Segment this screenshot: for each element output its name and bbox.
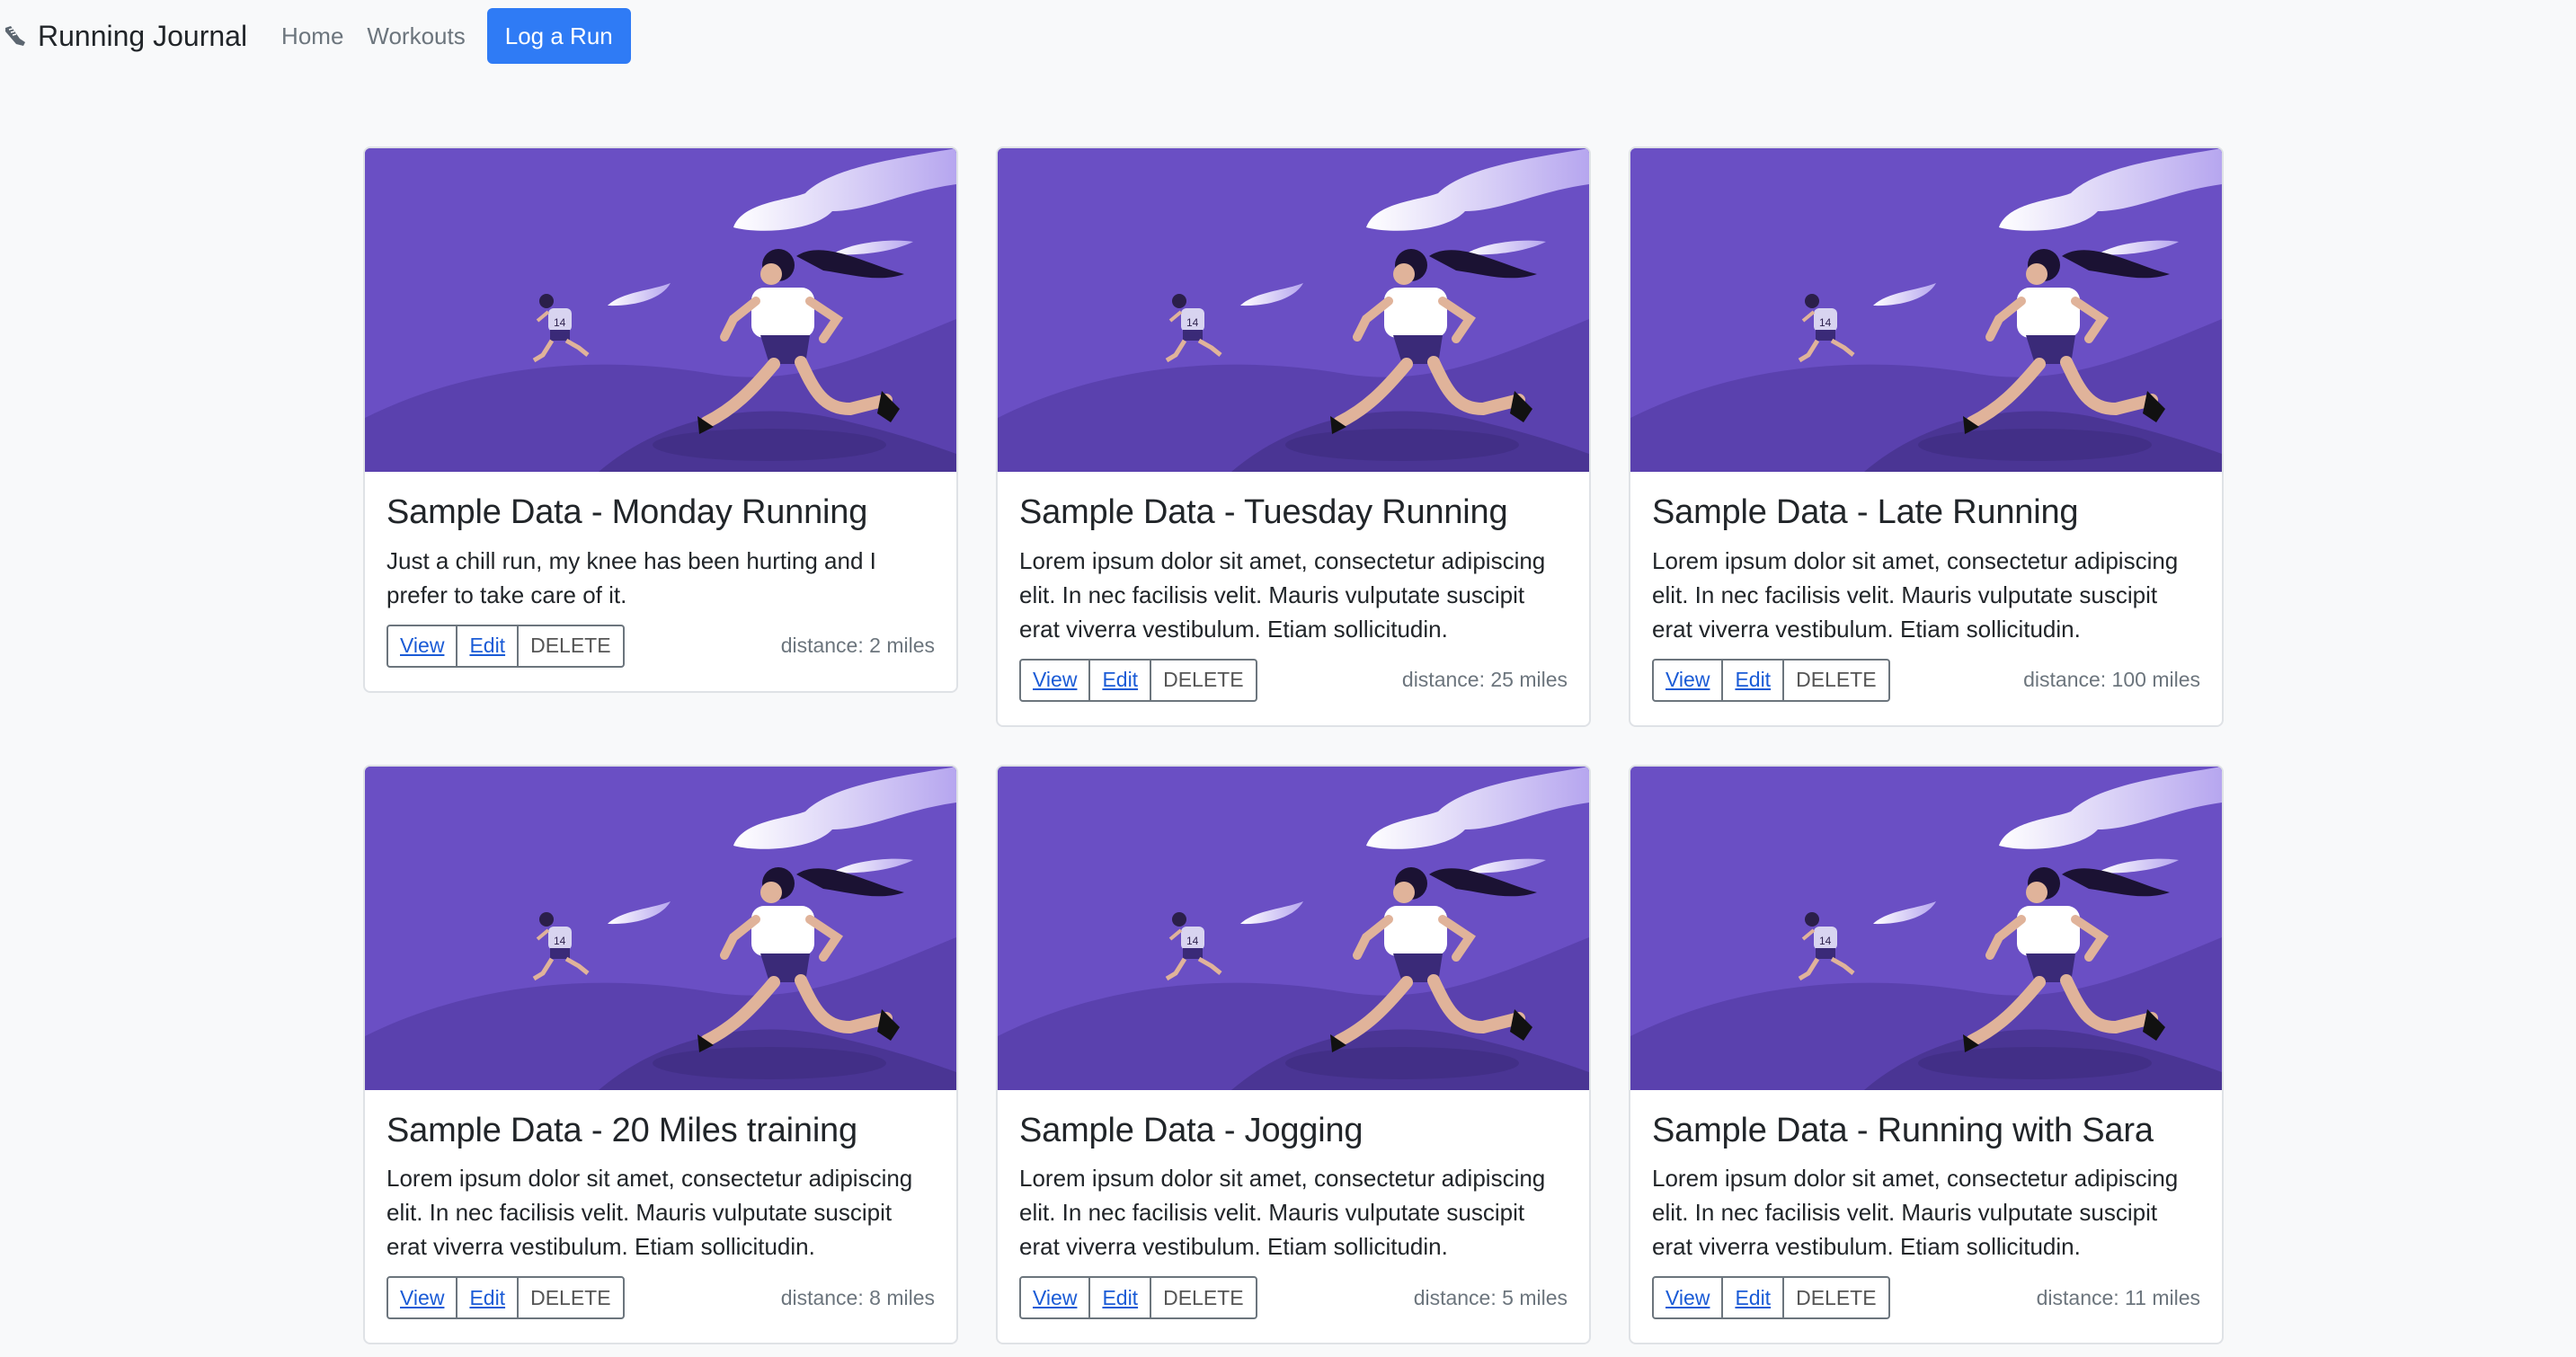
runner-illustration [998, 148, 1589, 472]
delete-button[interactable]: DELETE [1782, 658, 1890, 702]
runner-illustration [998, 766, 1589, 1090]
edit-button[interactable]: Edit [1721, 1276, 1785, 1320]
runner-illustration [365, 766, 956, 1090]
workout-card: Sample Data - Tuesday Running Lorem ipsu… [996, 146, 1591, 727]
distance-label: distance: 11 miles [2036, 1285, 2200, 1309]
workout-card: Sample Data - 20 Miles training Lorem ip… [363, 764, 958, 1345]
view-button[interactable]: View [1019, 658, 1091, 702]
card-actions: View Edit DELETE [1019, 1276, 1257, 1320]
card-title: Sample Data - Monday Running [386, 493, 868, 531]
workout-card: Sample Data - Late Running Lorem ipsum d… [1629, 146, 2224, 727]
edit-button[interactable]: Edit [456, 624, 520, 668]
card-title: Sample Data - Tuesday Running [1019, 493, 1508, 531]
edit-button[interactable]: Edit [1088, 1276, 1152, 1320]
card-actions: View Edit DELETE [1652, 658, 1890, 702]
view-button[interactable]: View [1019, 1276, 1091, 1320]
card-text: Lorem ipsum dolor sit amet, consectetur … [1019, 1165, 1546, 1261]
card-title: Sample Data - Running with Sara [1652, 1111, 2154, 1149]
view-button[interactable]: View [1652, 658, 1724, 702]
view-button[interactable]: View [386, 1276, 458, 1320]
card-actions: View Edit DELETE [1652, 1276, 1890, 1320]
delete-button[interactable]: DELETE [1150, 1276, 1257, 1320]
workout-grid: Sample Data - Monday Running Just a chil… [363, 146, 2225, 1345]
log-a-run-button[interactable]: Log a Run [486, 8, 631, 64]
runner-illustration [1630, 766, 2222, 1090]
card-text: Lorem ipsum dolor sit amet, consectetur … [386, 1165, 913, 1261]
card-title: Sample Data - 20 Miles training [386, 1111, 857, 1149]
view-button[interactable]: View [386, 624, 458, 668]
delete-button[interactable]: DELETE [517, 624, 625, 668]
workout-card: Sample Data - Jogging Lorem ipsum dolor … [996, 764, 1591, 1345]
nav-link-workouts[interactable]: Workouts [367, 22, 465, 50]
delete-button[interactable]: DELETE [1782, 1276, 1890, 1320]
edit-button[interactable]: Edit [1721, 658, 1785, 702]
shoe-icon [5, 26, 25, 46]
card-text: Just a chill run, my knee has been hurti… [386, 546, 876, 608]
card-text: Lorem ipsum dolor sit amet, consectetur … [1652, 546, 2179, 643]
distance-label: distance: 5 miles [1413, 1285, 1568, 1309]
workout-card: Sample Data - Monday Running Just a chil… [363, 146, 958, 693]
navbar: Running Journal Home Workouts Log a Run [0, 0, 2576, 72]
card-actions: View Edit DELETE [386, 624, 625, 668]
distance-label: distance: 8 miles [780, 1285, 935, 1309]
runner-illustration [1630, 148, 2222, 472]
card-actions: View Edit DELETE [386, 1276, 625, 1320]
brand-name: Running Journal [38, 19, 248, 52]
brand[interactable]: Running Journal [0, 0, 247, 72]
card-title: Sample Data - Jogging [1019, 1111, 1364, 1149]
card-text: Lorem ipsum dolor sit amet, consectetur … [1019, 546, 1546, 643]
delete-button[interactable]: DELETE [1150, 658, 1257, 702]
distance-label: distance: 100 miles [2023, 668, 2200, 692]
delete-button[interactable]: DELETE [517, 1276, 625, 1320]
card-actions: View Edit DELETE [1019, 658, 1257, 702]
runner-illustration [365, 148, 956, 472]
nav-link-home[interactable]: Home [281, 22, 343, 50]
edit-button[interactable]: Edit [456, 1276, 520, 1320]
card-text: Lorem ipsum dolor sit amet, consectetur … [1652, 1165, 2179, 1261]
distance-label: distance: 2 miles [780, 634, 935, 658]
card-title: Sample Data - Late Running [1652, 493, 2079, 531]
distance-label: distance: 25 miles [1401, 668, 1568, 692]
edit-button[interactable]: Edit [1088, 658, 1152, 702]
workout-card: Sample Data - Running with Sara Lorem ip… [1629, 764, 2224, 1345]
view-button[interactable]: View [1652, 1276, 1724, 1320]
